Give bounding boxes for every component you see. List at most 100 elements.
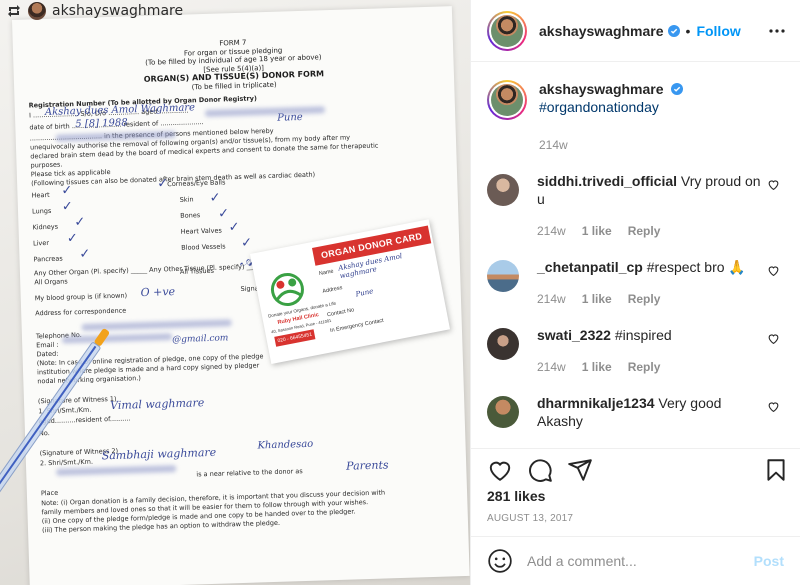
comment-text: #inspired (614, 327, 672, 343)
other-organ-row: Any Other Organ (Pl. specify) _____ Any … (33, 262, 260, 278)
post-comment-button[interactable]: Post (754, 553, 784, 569)
comment-item: siddhi.trivedi_official Vry proud on u 2… (487, 172, 784, 240)
post-photo[interactable]: FORM 7 For organ or tissue pledging (To … (0, 0, 470, 585)
tissue-bones: Bones (180, 211, 201, 220)
comment-username[interactable]: swati_2322 (537, 327, 611, 343)
caption-body: akshayswaghmare #organdonationday 214w (539, 80, 684, 154)
all-organs-label: All Organs (34, 277, 68, 287)
commenter-avatar[interactable] (487, 174, 519, 206)
post-side-panel: akshayswaghmare • Follow akshayswaghmare (470, 0, 800, 585)
comment-username[interactable]: dharmnikalje1234 (537, 395, 655, 411)
caption-username[interactable]: akshayswaghmare (539, 81, 664, 97)
comment-input[interactable] (527, 553, 754, 569)
checkmark-icon: ✓ (228, 218, 240, 235)
author-username[interactable]: akshayswaghmare (539, 23, 664, 39)
heart-icon[interactable] (767, 400, 780, 413)
form-heading: FORM 7 For organ or tissue pledging (To … (13, 32, 454, 97)
handwritten-email: @gmail.com (171, 333, 229, 346)
checkmark-icon: ✓ (156, 175, 169, 191)
checkmark-icon: ✓ (209, 189, 221, 205)
tissue-blood-vessels: Blood Vessels (181, 242, 226, 252)
heart-icon[interactable] (767, 178, 780, 191)
email-label: Email : (36, 340, 59, 350)
comment-time[interactable]: 214w (537, 358, 566, 376)
comment-likes[interactable]: 1 like (582, 290, 612, 308)
card-address-value: Pune (354, 287, 374, 299)
comment-username[interactable]: siddhi.trivedi_official (537, 173, 677, 189)
card-contact-label: Contact No (326, 307, 355, 319)
follow-button[interactable]: Follow (696, 23, 740, 39)
handwritten-blood-group: O +ve (140, 285, 176, 300)
comment-icon[interactable] (527, 457, 553, 483)
post-actions (471, 448, 800, 488)
post-header: akshayswaghmare • Follow (471, 0, 800, 62)
caption-time[interactable]: 214w (539, 136, 568, 154)
organ-liver: Liver (32, 238, 50, 248)
repost-header: akshayswaghmare (0, 0, 189, 22)
checkmark-icon: ✓ (61, 182, 73, 198)
redacted-text (204, 106, 326, 117)
commenter-avatar[interactable] (487, 396, 519, 428)
checkmark-icon: ✓ (240, 234, 253, 250)
post-date[interactable]: AUGUST 13, 2017 (487, 513, 573, 524)
handwritten-witness2: Sambhaji waghmare (101, 445, 217, 463)
comment-time[interactable]: 214w (537, 222, 566, 240)
bookmark-icon[interactable] (763, 457, 789, 483)
handwritten-witness1: Vimal waghmare (109, 396, 205, 413)
caption-avatar[interactable] (487, 80, 527, 120)
comment-likes[interactable]: 1 like (582, 358, 612, 376)
form-row: purposes. (30, 160, 63, 170)
blood-group-label: My blood group is (if known) (34, 291, 128, 303)
checkmark-icon: ✓ (74, 213, 86, 230)
checkmark-icon: ✓ (79, 245, 91, 261)
reply-button[interactable]: Reply (628, 358, 661, 376)
likes-count[interactable]: 281 likes (487, 488, 545, 504)
commenter-avatar[interactable] (487, 328, 519, 360)
card-emergency-label: In Emergency Contact (329, 317, 385, 335)
verified-badge-icon (671, 83, 684, 95)
heart-icon[interactable] (767, 332, 780, 345)
comments-list[interactable]: akshayswaghmare #organdonationday 214w s… (471, 62, 800, 448)
donor-logo-icon (270, 273, 304, 307)
comment-likes[interactable]: 1 like (582, 222, 612, 240)
comment-time[interactable]: 214w (537, 290, 566, 308)
repost-username: akshayswaghmare (52, 3, 184, 19)
repost-icon (8, 5, 20, 17)
author-avatar[interactable] (487, 10, 527, 51)
share-icon[interactable] (567, 457, 593, 483)
reply-button[interactable]: Reply (628, 222, 661, 240)
organ-heart: Heart (31, 190, 50, 200)
dated-label: Dated: (36, 349, 59, 359)
place-label: Place (40, 488, 59, 498)
card-name-label: Name (318, 268, 335, 278)
comment-item: _chetanpatil_cp #respect bro 🙏 214w 1 li… (487, 258, 784, 308)
comment-text: #respect bro 🙏 (646, 259, 746, 275)
tissue-heart-valves: Heart Valves (180, 226, 222, 236)
heart-icon[interactable] (767, 264, 780, 277)
reply-button[interactable]: Reply (628, 290, 661, 308)
tissue-corneas: Corneas/Eye Balls (167, 178, 226, 189)
repost-avatar (28, 2, 46, 20)
comment-item: swati_2322 #inspired 214w 1 like Reply (487, 326, 784, 376)
comment-item: dharmnikalje1234 Very good Akashy (487, 394, 784, 430)
commenter-avatar[interactable] (487, 260, 519, 292)
comment-username[interactable]: _chetanpatil_cp (537, 259, 643, 275)
separator-dot: • (685, 22, 691, 39)
heart-icon[interactable] (487, 457, 513, 483)
all-tissues-label: All Tissues (179, 266, 215, 276)
card-address-label: Address (321, 285, 343, 295)
organ-kidneys: Kidneys (32, 222, 59, 232)
tissue-skin: Skin (179, 195, 194, 204)
relative-line: is a near relative to the donor as (196, 467, 303, 479)
organ-lungs: Lungs (31, 206, 52, 216)
more-horizontal-icon[interactable] (768, 22, 786, 40)
emoji-icon[interactable] (487, 548, 513, 574)
caption-hashtag[interactable]: #organdonationday (539, 98, 683, 116)
handwritten-relation: Parents (345, 458, 389, 473)
redacted-text (56, 465, 177, 476)
organ-pancreas: Pancreas (33, 254, 63, 264)
address-label: Address for correspondence (35, 306, 127, 318)
add-comment-bar: Post (471, 536, 800, 585)
handwritten-dob: 5 [8] 1988 (75, 117, 128, 131)
checkmark-icon: ✓ (66, 230, 79, 246)
